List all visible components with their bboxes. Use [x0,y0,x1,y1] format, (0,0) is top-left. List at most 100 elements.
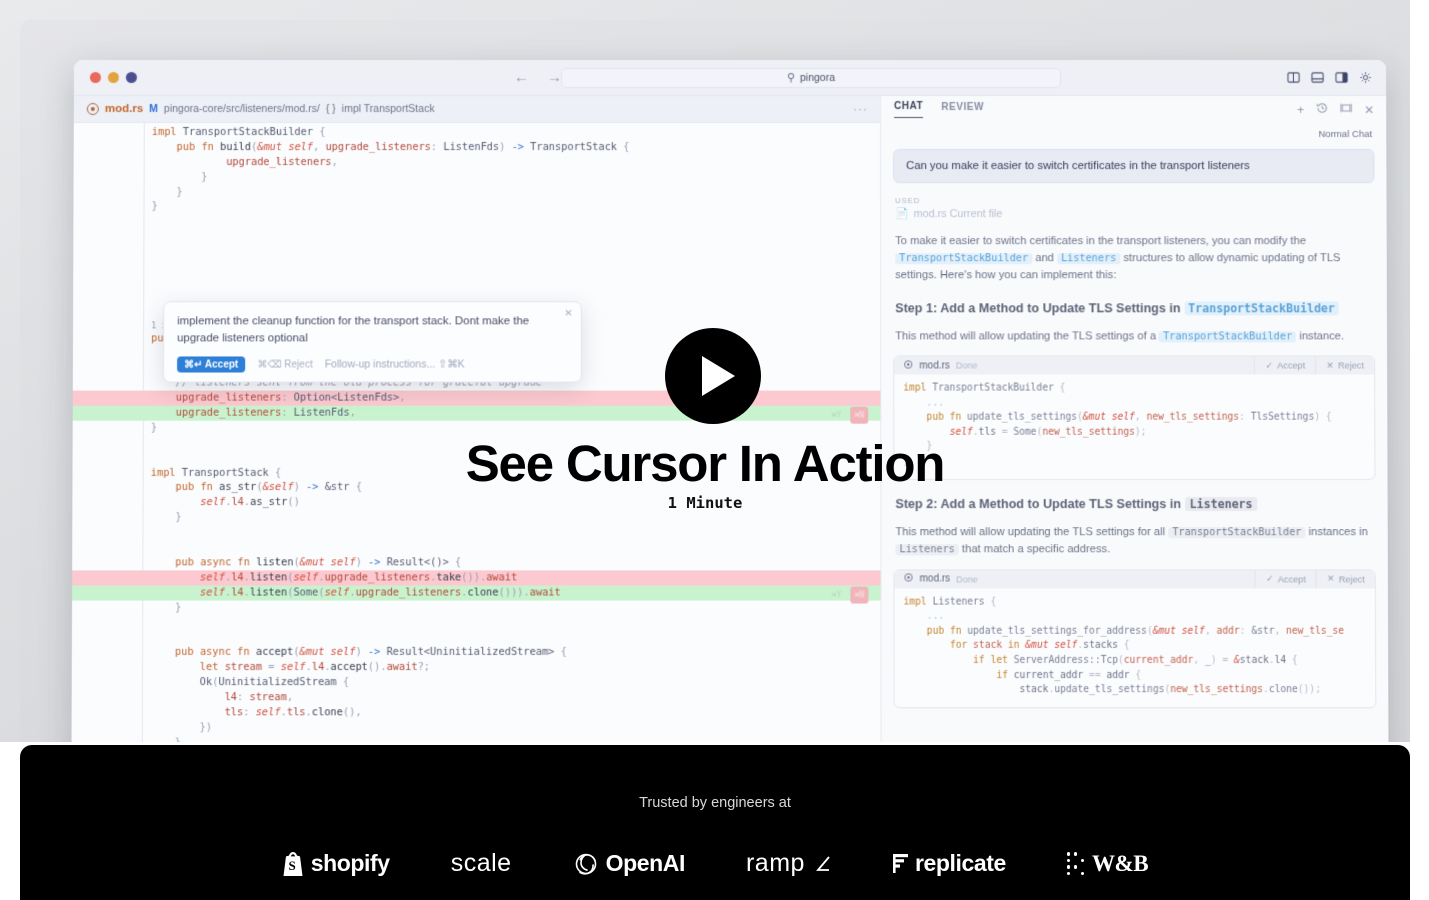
logo-openai: OpenAI [573,850,685,877]
arrow-right-icon[interactable]: → [547,69,562,86]
accept-label: Accept [1277,573,1306,585]
chat-pane[interactable]: CHAT REVIEW + ✕ Normal Chat Can you make… [880,96,1389,742]
history-icon[interactable] [1316,102,1328,117]
plus-icon[interactable]: + [1297,103,1304,117]
editor-overflow-menu[interactable]: ··· [853,102,868,116]
maximize-window-button[interactable] [125,71,137,84]
chat-header: CHAT REVIEW + ✕ [881,96,1386,123]
code-line: l4: stream, [224,691,294,704]
reject-label: Reject [1338,573,1365,585]
video-hero[interactable]: ← → ⚲ pingora mod.rs M pingora-core/src/… [0,0,1410,742]
tab-review[interactable]: REVIEW [941,102,984,118]
close-icon[interactable]: ✕ [564,308,572,319]
code-line: } [71,735,880,742]
step-1-desc-prefix: This method will allow updating the TLS … [895,329,1157,342]
user-message: Can you make it easier to switch certifi… [893,149,1375,184]
code-line: impl TransportStack { [150,466,282,479]
breadcrumb[interactable]: mod.rs M pingora-core/src/listeners/mod.… [73,96,881,124]
step-1-heading-text: Step 1: Add a Method to Update TLS Setti… [895,300,1181,315]
accept-button[interactable]: ✓ Accept [1254,356,1316,375]
code-line-added: self.l4.listen(Some(self.upgrade_listene… [72,585,881,604]
editor-pane[interactable]: mod.rs M pingora-core/src/listeners/mod.… [71,96,881,742]
logo-scale-label: scale [450,849,512,877]
video-frame: ← → ⚲ pingora mod.rs M pingora-core/src/… [20,20,1390,742]
code-card-actions[interactable]: ✓ Accept ✕ Reject [1254,356,1375,375]
logo-ramp: ramp [746,849,832,878]
followup-instructions-input[interactable]: Follow-up instructions... ⇧⌘K [325,358,465,370]
code-line: } [176,185,183,198]
close-icon: ✕ [1326,573,1335,584]
minimize-window-button[interactable] [107,71,119,84]
window-traffic-lights[interactable] [74,71,137,84]
code-card-status: Done [955,360,978,371]
chat-mode-label[interactable]: Normal Chat [881,123,1386,140]
step-2-description: This method will allow updating the TLS … [895,524,1373,559]
code-editor[interactable]: impl TransportStackBuilder { pub fn buil… [71,123,881,742]
logo-shopify-label: shopify [310,850,390,876]
used-context-file-label: mod.rs Current file [913,207,1003,220]
ramp-arrow-icon [815,855,830,871]
landing-page: ← → ⚲ pingora mod.rs M pingora-core/src/… [0,0,1429,900]
inline-prompt-actions[interactable]: ⌘↵ Accept ⌘⌫ Reject Follow-up instructio… [177,356,568,373]
tab-chat[interactable]: CHAT [894,101,924,119]
step-2-heading-code: Listeners [1184,496,1258,511]
code-card[interactable]: mod.rs Done ✓ Accept ✕ Reject impl Listene… [893,568,1377,708]
reject-button[interactable]: ✕ Reject [1315,356,1375,375]
code-line: upgrade_listeners, [226,155,338,168]
split-panel-icon[interactable] [1287,71,1300,84]
assistant-intro-part1: To make it easier to switch certificates… [895,235,1306,248]
titlebar-icons[interactable] [1287,71,1372,84]
code-card[interactable]: mod.rs Done ✓ Accept ✕ Reject impl Transpo… [893,355,1376,480]
check-icon: ✓ [1265,573,1274,584]
code-line: } [175,601,182,614]
code-line: let stream = self.l4.accept().await?; [199,661,431,674]
reject-button[interactable]: ✕ Reject [1315,569,1375,589]
used-context-file[interactable]: 📄 mod.rs Current file [895,207,1386,221]
code-card-actions[interactable]: ✓ Accept ✕ Reject [1254,569,1375,589]
code-line-removed: upgrade_listeners: Option<ListenFds>, [72,390,881,406]
inline-code: Listeners [895,544,959,556]
breadcrumb-file[interactable]: mod.rs [105,103,143,115]
step-2-desc-mid: instances in [1308,525,1368,538]
chat-header-icons[interactable]: + ✕ [1297,102,1374,117]
expand-icon[interactable] [1340,102,1352,117]
navigation-arrows[interactable]: ← → [514,69,562,86]
search-input-value: pingora [800,71,836,84]
bottom-panel-icon[interactable] [1311,71,1324,84]
logo-replicate-label: replicate [914,850,1006,876]
trusted-by-title: Trusted by engineers at [639,795,791,811]
logo-scale: scale [451,849,512,878]
assistant-intro-and: and [1035,251,1054,264]
gear-icon[interactable] [1359,71,1372,84]
arrow-left-icon[interactable]: ← [514,69,529,86]
workspace: mod.rs M pingora-core/src/listeners/mod.… [71,96,1389,742]
accept-button[interactable]: ⌘↵ Accept [177,356,246,373]
reject-button[interactable]: ⌘⌫ Reject [257,359,312,370]
code-card-body: impl TransportStackBuilder { ... pub fn … [903,382,1332,467]
code-line: Ok(UninitializedStream { [199,676,350,689]
inline-code: Listeners [1057,252,1121,264]
accept-button[interactable]: ✓ Accept [1254,569,1316,589]
close-window-button[interactable] [89,71,101,84]
close-icon[interactable]: ✕ [1364,103,1374,117]
shopify-bag-icon: S [283,851,303,876]
code-card-filename[interactable]: mod.rs [919,360,950,371]
search-input[interactable]: ⚲ pingora [560,67,1062,88]
inline-prompt-popup[interactable]: ✕ implement the cleanup function for the… [162,301,582,383]
code-line: } [175,511,182,524]
breadcrumb-symbol[interactable]: impl TransportStack [342,103,435,115]
code-line: self.l4.as_str() [200,496,300,509]
code-card-filename[interactable]: mod.rs [920,573,951,584]
svg-text:S: S [288,858,295,873]
step-1-description: This method will allow updating the TLS … [895,328,1373,346]
logo-row: S shopify scale OpenAI ramp replicate W&… [20,849,1410,878]
rust-icon [86,103,99,116]
right-panel-icon[interactable] [1335,71,1348,84]
step-1-heading-code: TransportStackBuilder [1184,300,1339,315]
breadcrumb-path[interactable]: pingora-core/src/listeners/mod.rs/ [164,103,320,115]
assistant-intro: To make it easier to switch certificates… [895,233,1373,284]
